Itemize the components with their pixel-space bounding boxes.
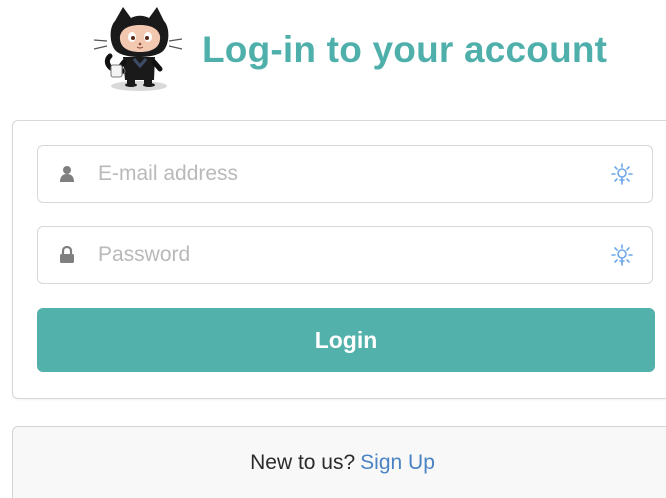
password-field[interactable]: [37, 226, 653, 284]
login-button[interactable]: Login: [37, 308, 655, 372]
password-manager-icon[interactable]: [602, 146, 642, 202]
email-field[interactable]: [37, 145, 653, 203]
lock-icon: [38, 227, 96, 283]
signup-link[interactable]: Sign Up: [360, 451, 435, 475]
password-manager-icon[interactable]: [602, 227, 642, 283]
login-form: Login: [12, 120, 666, 399]
login-page: Log-in to your account E-mail address Lo…: [0, 0, 666, 498]
signup-message: New to us? Sign Up: [12, 426, 666, 498]
signup-prompt: New to us?: [250, 451, 356, 474]
password-input[interactable]: [98, 227, 602, 283]
page-title: Log-in to your account: [202, 29, 608, 70]
page-header: Log-in to your account: [92, 6, 612, 94]
user-icon: [38, 146, 96, 202]
octocat-icon: [93, 7, 183, 91]
email-input[interactable]: [98, 146, 602, 202]
